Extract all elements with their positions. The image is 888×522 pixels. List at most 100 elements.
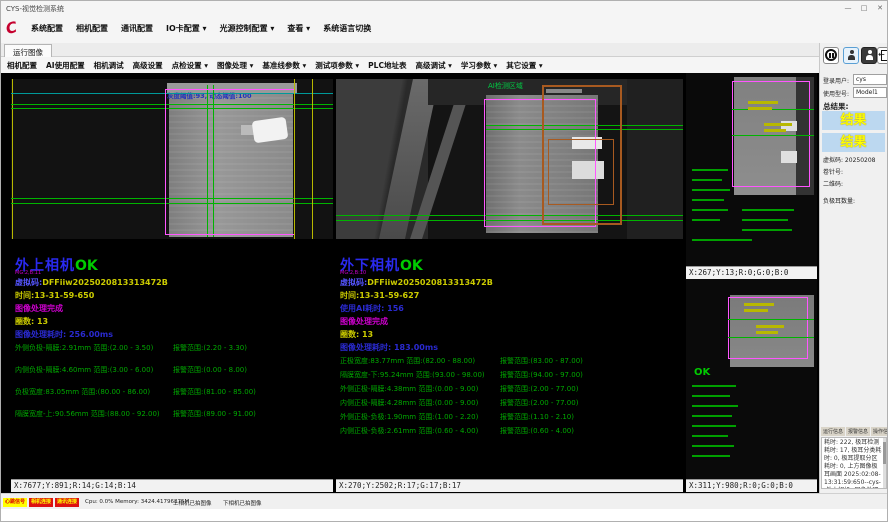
login-user-field[interactable]: cys xyxy=(853,74,887,85)
tool-camera-config[interactable]: 相机配置 xyxy=(7,60,37,71)
alarm-range: 报警范围:(2.20 - 3.30) xyxy=(173,343,247,353)
result-badge-lower: 结果 xyxy=(822,133,885,152)
result-text-bar xyxy=(692,179,722,181)
thumbnail-view-top[interactable] xyxy=(686,73,817,266)
turns-line: 圈数: 13 xyxy=(15,316,48,327)
tab-operation-info[interactable]: 操作信息 xyxy=(871,427,888,436)
barcode-value: DFFiiw2025020813313472B xyxy=(42,278,168,287)
menu-item-system-config[interactable]: 系统配置 xyxy=(31,23,63,34)
tool-test-params[interactable]: 测试项参数 ▾ xyxy=(315,60,359,71)
menu-item-camera-config[interactable]: 相机配置 xyxy=(76,23,108,34)
log-scrollbar-thumb[interactable] xyxy=(883,442,886,464)
result-text-bar xyxy=(692,189,730,191)
elapsed-line: 图像处理耗时: 183.00ms xyxy=(340,342,438,353)
elapsed-line: 图像处理耗时: 256.00ms xyxy=(15,329,113,340)
tab-run-info[interactable]: 运行信息 xyxy=(821,427,845,436)
tool-learning-params[interactable]: 学习参数 ▾ xyxy=(461,60,497,71)
right-sidebar: ← 登录用户: cys 使用型号: Model1 总结果: 结果 结果 虚拟码:… xyxy=(819,43,888,493)
status-bar: 心跳信号 相机连接 通讯连接 Cpu: 0.0% Memory: 3424.41… xyxy=(1,493,888,509)
tool-other-settings[interactable]: 其它设置 ▾ xyxy=(506,60,542,71)
process-done-line: 图像处理完成 xyxy=(340,316,388,327)
exit-button[interactable]: ← xyxy=(877,47,888,64)
minimize-icon[interactable]: — xyxy=(841,3,855,13)
model-field[interactable]: Model1 xyxy=(853,87,887,98)
measurement-row: 内侧正极-隔膜:4.28mm 范围:(0.00 - 9.00) 报警范围:(2.… xyxy=(340,398,681,408)
overlay-text-bar xyxy=(756,325,784,328)
virtual-code-label: 虚拟码: 20250208 xyxy=(823,155,875,164)
camera-panel-upper: 灰度阈值:93, 动态阈值:100 外上相机OK MG:2,B:11 虚拟码:D… xyxy=(11,73,333,493)
maximize-icon[interactable]: □ xyxy=(857,3,871,13)
ai-region-label: AI检测区域 xyxy=(488,81,523,91)
alarm-range: 报警范围:(83.00 - 87.00) xyxy=(500,356,583,366)
trigger-info-label: MG:2,B:11 xyxy=(15,270,41,276)
measurement-value: 隔膜宽度-下:95.24mm 范围:(93.00 - 98.00) xyxy=(340,370,500,380)
user-icon xyxy=(848,50,855,61)
measurement-row: 外侧正极-负极:1.90mm 范围:(1.00 - 2.20) 报警范围:(1.… xyxy=(340,412,681,422)
barcode-label: 虚拟码: xyxy=(15,278,42,287)
user-button[interactable] xyxy=(843,47,859,64)
operator-button[interactable] xyxy=(861,47,877,64)
model-label: 使用型号: xyxy=(823,89,849,98)
tab-strip: 运行图像 xyxy=(1,43,819,57)
measurement-row: 外侧负极-隔膜:2.91mm 范围:(2.00 - 3.50) 报警范围:(2.… xyxy=(15,343,331,353)
overlay-text-bar xyxy=(764,129,786,132)
pause-button[interactable] xyxy=(823,47,839,64)
measurement-row: 正极宽度:83.77mm 范围:(82.00 - 88.00) 报警范围:(83… xyxy=(340,356,681,366)
heartbeat-badge: 心跳信号 xyxy=(3,498,27,507)
tab-run-image[interactable]: 运行图像 xyxy=(4,44,52,57)
tool-advanced-debug[interactable]: 高级调试 ▾ xyxy=(415,60,451,71)
camera-image-upper[interactable]: 灰度阈值:93, 动态阈值:100 xyxy=(11,79,333,239)
barcode-line: 虚拟码:DFFiiw2025020813313472B xyxy=(340,277,493,288)
login-user-label: 登录用户: xyxy=(823,76,849,85)
menu-item-light-config[interactable]: 光源控制配置 ▾ xyxy=(220,23,275,34)
result-text-bar xyxy=(742,209,794,211)
tool-advanced-settings[interactable]: 高级设置 xyxy=(133,60,163,71)
green-reference-line xyxy=(728,337,814,338)
camera-panel-lower: AI检测区域 外下相机OK MG:2,B:10 虚拟码:DFFiiw202502… xyxy=(336,73,683,493)
thumbnail-column: X:267;Y:13;R:0;G:0;B:0 OK X:311;Y:980;R:… xyxy=(686,73,817,493)
tab-count-label: 负极耳数量: xyxy=(823,196,855,205)
measurement-row: 外侧正极-隔膜:4.38mm 范围:(0.00 - 9.00) 报警范围:(2.… xyxy=(340,384,681,394)
log-panel: 耗时: 222, 极耳检测耗时: 17, 极耳分类耗时: 0, 极耳提取分区耗时… xyxy=(821,437,887,489)
pixel-coords-status: X:311;Y:980;R:0;G:0;B:0 xyxy=(686,479,817,492)
tool-baseline-params[interactable]: 基准线参数 ▾ xyxy=(262,60,306,71)
result-text-bar xyxy=(692,219,720,221)
app-window: CYS-视觉检测系统 — □ ✕ C 系统配置 相机配置 通讯配置 IO卡配置 … xyxy=(0,0,888,522)
measurement-value: 外侧正极-隔膜:4.38mm 范围:(0.00 - 9.00) xyxy=(340,384,500,394)
process-done-line: 图像处理完成 xyxy=(15,303,63,314)
roi-rect xyxy=(165,89,295,235)
log-scrollbar[interactable] xyxy=(883,438,886,489)
overlay-text-bar xyxy=(756,331,778,334)
ai-elapsed-line: 使用AI耗时: 156 xyxy=(340,303,404,314)
barcode-value: DFFiiw2025020813313472B xyxy=(367,278,493,287)
result-badge-upper: 结果 xyxy=(822,111,885,130)
close-icon[interactable]: ✕ xyxy=(873,3,887,13)
tool-camera-debug[interactable]: 相机调试 xyxy=(94,60,124,71)
menu-item-language[interactable]: 系统语言切换 xyxy=(323,23,371,34)
tool-spotcheck-settings[interactable]: 点检设置 ▾ xyxy=(172,60,208,71)
result-text-bar xyxy=(692,209,728,211)
tool-plc-address[interactable]: PLC地址表 xyxy=(368,60,406,71)
info-tabs: 运行信息 报警信息 操作信息 xyxy=(821,427,888,436)
window-title: CYS-视觉检测系统 xyxy=(6,4,64,14)
pause-icon xyxy=(825,49,837,61)
result-ok-label: OK xyxy=(75,258,98,274)
green-reference-line xyxy=(732,135,814,136)
menu-item-view[interactable]: 查看 ▾ xyxy=(287,23,310,34)
measurement-row: 内侧正极-负极:2.61mm 范围:(0.60 - 4.00) 报警范围:(0.… xyxy=(340,426,681,436)
log-text: 耗时: 222, 极耳检测耗时: 17, 极耳分类耗时: 0, 极耳提取分区耗时… xyxy=(824,439,881,489)
result-text-bar xyxy=(692,445,734,447)
result-text-bar xyxy=(692,415,732,417)
pixel-coords-status: X:7677;Y:891;R:14;G:14;B:14 xyxy=(11,479,333,492)
barcode-line: 虚拟码:DFFiiw2025020813313472B xyxy=(15,277,168,288)
tab-alarm-info[interactable]: 报警信息 xyxy=(846,427,870,436)
thumbnail-view-bottom[interactable]: OK xyxy=(686,279,817,479)
result-text-bar xyxy=(742,229,792,231)
menu-item-comm-config[interactable]: 通讯配置 xyxy=(121,23,153,34)
menu-item-io-config[interactable]: IO卡配置 ▾ xyxy=(166,23,207,34)
tool-ai-config[interactable]: AI使用配置 xyxy=(46,60,85,71)
alarm-range: 报警范围:(0.00 - 8.00) xyxy=(173,365,247,375)
tool-image-processing[interactable]: 图像处理 ▾ xyxy=(217,60,253,71)
camera-image-lower[interactable]: AI检测区域 xyxy=(336,79,683,239)
result-text-bar xyxy=(692,199,724,201)
